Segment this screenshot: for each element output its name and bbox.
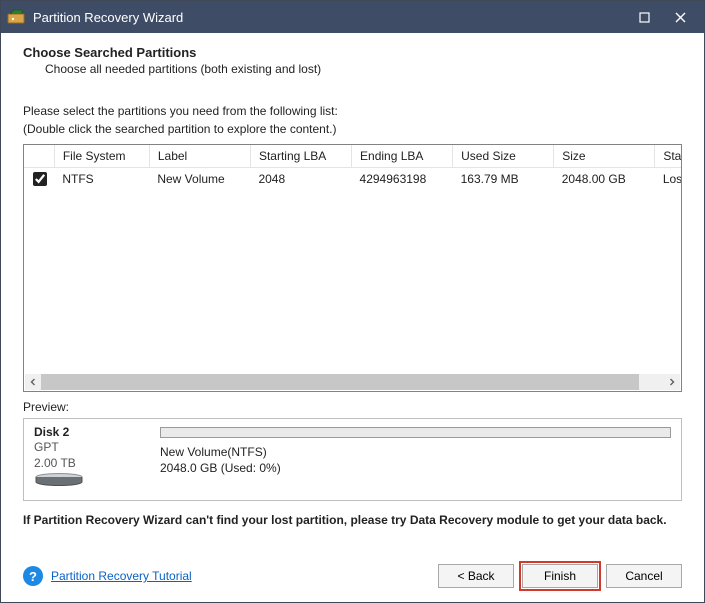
instructions-line1: Please select the partitions you need fr…	[23, 102, 682, 120]
finish-button[interactable]: Finish	[522, 564, 598, 588]
col-filesystem[interactable]: File System	[54, 145, 149, 168]
disk-info: Disk 2 GPT 2.00 TB	[34, 425, 142, 490]
close-button[interactable]	[662, 1, 698, 33]
cell-used-size: 163.79 MB	[453, 168, 554, 191]
disk-name: Disk 2	[34, 425, 142, 439]
table-row[interactable]: NTFS New Volume 2048 4294963198 163.79 M…	[24, 168, 682, 191]
help-icon[interactable]: ?	[23, 566, 43, 586]
back-button[interactable]: < Back	[438, 564, 514, 588]
cell-start-lba: 2048	[250, 168, 351, 191]
recovery-note: If Partition Recovery Wizard can't find …	[23, 513, 682, 529]
col-label[interactable]: Label	[149, 145, 250, 168]
cancel-button[interactable]: Cancel	[606, 564, 682, 588]
cell-end-lba: 4294963198	[352, 168, 453, 191]
scroll-right-arrow[interactable]	[664, 374, 680, 390]
window-title: Partition Recovery Wizard	[33, 10, 183, 25]
content-area: Choose Searched Partitions Choose all ne…	[1, 33, 704, 602]
scroll-left-arrow[interactable]	[25, 374, 41, 390]
disk-size: 2.00 TB	[34, 455, 142, 471]
page-subheading: Choose all needed partitions (both exist…	[23, 60, 682, 76]
volume-info: New Volume(NTFS) 2048.0 GB (Used: 0%)	[160, 425, 671, 490]
scroll-thumb[interactable]	[41, 374, 639, 390]
page-heading: Choose Searched Partitions	[23, 43, 682, 60]
footer: ? Partition Recovery Tutorial < Back Fin…	[23, 554, 682, 588]
titlebar: Partition Recovery Wizard	[1, 1, 704, 33]
volume-name: New Volume(NTFS)	[160, 444, 671, 460]
col-start-lba[interactable]: Starting LBA	[250, 145, 351, 168]
instructions-line2: (Double click the searched partition to …	[23, 120, 682, 138]
horizontal-scrollbar[interactable]	[25, 374, 680, 390]
preview-panel: Disk 2 GPT 2.00 TB New Volume(NTFS) 2048…	[23, 418, 682, 501]
preview-label: Preview:	[23, 400, 682, 414]
cell-size: 2048.00 GB	[554, 168, 655, 191]
partition-table: File System Label Starting LBA Ending LB…	[23, 144, 682, 392]
scroll-track[interactable]	[41, 374, 664, 390]
usage-bar	[160, 427, 671, 438]
col-size[interactable]: Size	[554, 145, 655, 168]
volume-usage: 2048.0 GB (Used: 0%)	[160, 460, 671, 476]
col-status[interactable]: Statu	[655, 145, 682, 168]
window: Partition Recovery Wizard Choose Searche…	[0, 0, 705, 603]
maximize-button[interactable]	[626, 1, 662, 33]
col-used-size[interactable]: Used Size	[453, 145, 554, 168]
disk-icon	[34, 473, 84, 487]
cell-filesystem: NTFS	[54, 168, 149, 191]
cell-status: Lost/	[655, 168, 682, 191]
instructions: Please select the partitions you need fr…	[23, 102, 682, 138]
col-end-lba[interactable]: Ending LBA	[352, 145, 453, 168]
col-check[interactable]	[24, 145, 54, 168]
disk-type: GPT	[34, 439, 142, 455]
tutorial-link[interactable]: Partition Recovery Tutorial	[51, 569, 192, 583]
cell-label: New Volume	[149, 168, 250, 191]
row-checkbox[interactable]	[33, 172, 47, 186]
app-icon	[7, 8, 25, 26]
table-header-row: File System Label Starting LBA Ending LB…	[24, 145, 682, 168]
